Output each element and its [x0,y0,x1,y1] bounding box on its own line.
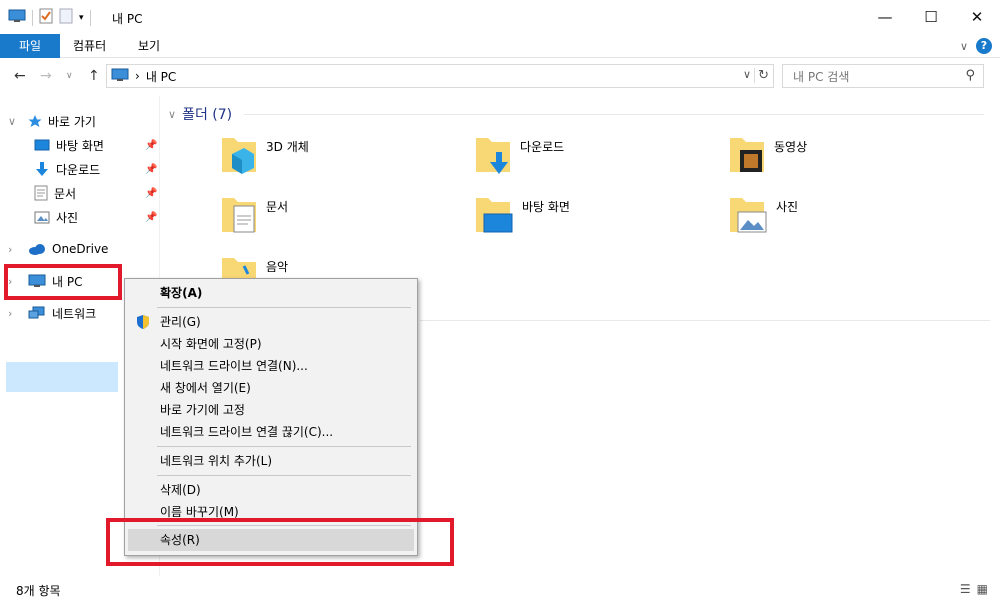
nav-item-desktop[interactable]: 바탕 화면 [34,134,104,156]
nav-item-documents[interactable]: 문서 [34,182,76,204]
nav-label: 바탕 화면 [56,138,104,153]
chevron-right-icon[interactable]: › [8,243,12,256]
pin-icon[interactable]: 📌 [145,212,157,223]
pin-icon[interactable]: 📌 [145,164,157,175]
nav-label: 네트워크 [52,306,97,321]
folder-downloads[interactable]: 다운로드 [474,132,564,179]
group-title: 폴더 (7) [182,107,233,123]
close-button[interactable]: ✕ [954,0,1000,34]
title-bar: ▾ 내 PC — ☐ ✕ [0,0,1000,34]
folder-label: 사진 [776,200,799,214]
star-icon [28,114,42,128]
recent-locations-button[interactable]: ∨ [66,71,73,81]
folder-picture-icon [728,192,768,239]
chevron-down-icon[interactable]: ∨ [8,115,16,128]
pin-icon[interactable]: 📌 [145,188,157,199]
menu-item-add-network-location[interactable]: 네트워크 위치 추가(L) [128,450,414,472]
customize-toolbar-icon[interactable]: ▾ [79,13,84,23]
download-arrow-icon [34,161,50,177]
folder-video-icon [728,132,766,179]
menu-item-map-network-drive[interactable]: 네트워크 드라이브 연결(N)... [128,355,414,377]
breadcrumb-separator[interactable]: › [135,69,140,83]
status-bar: 8개 항목 ☰ ▦ [0,576,1000,603]
nav-item-onedrive[interactable]: › OneDrive [8,238,109,260]
computer-icon [111,68,129,85]
folder-label: 문서 [266,200,289,214]
ribbon-tabs: 파일 컴퓨터 보기 ∨ ? [0,34,1000,58]
cloud-icon [28,243,46,255]
menu-item-disconnect-network-drive[interactable]: 네트워크 드라이브 연결 끊기(C)... [128,421,414,443]
search-input[interactable]: 내 PC 검색 ⚲ [782,64,984,88]
search-placeholder: 내 PC 검색 [793,69,850,84]
folder-desktop-icon [474,192,514,239]
address-bar[interactable]: › 내 PC ∨ ↻ [106,64,774,88]
up-button[interactable]: ↑ [88,68,100,84]
nav-label: 사진 [56,210,79,225]
picture-icon [34,211,50,224]
nav-item-downloads[interactable]: 다운로드 [34,158,100,180]
pin-icon[interactable]: 📌 [145,140,157,151]
quick-access-toolbar: ▾ [8,8,91,27]
folder-pictures[interactable]: 사진 [728,192,798,239]
nav-item-pictures[interactable]: 사진 [34,206,78,228]
maximize-button[interactable]: ☐ [908,0,954,34]
properties-icon[interactable] [39,8,53,27]
network-icon [28,306,46,320]
help-icon[interactable]: ? [976,38,992,54]
computer-icon [8,9,26,26]
tab-file[interactable]: 파일 [0,34,60,58]
highlight-properties [106,518,454,566]
nav-quick-access[interactable]: ∨ 바로 가기 [8,110,96,132]
nav-label: 문서 [54,186,77,201]
document-icon [34,185,48,201]
item-count: 8개 항목 [16,584,61,598]
group-header-folders[interactable]: ∨ 폴더 (7) [168,104,232,124]
folder-documents[interactable]: 문서 [220,192,288,239]
ribbon-expand-icon[interactable]: ∨ [960,40,968,53]
details-view-icon[interactable]: ☰ [960,582,971,596]
window-title: 내 PC [112,12,143,26]
tab-computer[interactable]: 컴퓨터 [58,34,121,58]
nav-label: OneDrive [52,242,109,256]
menu-item-manage[interactable]: 관리(G) [128,311,414,333]
folder-desktop[interactable]: 바탕 화면 [474,192,570,239]
chevron-down-icon[interactable]: ∨ [168,108,176,121]
folder-label: 동영상 [774,140,808,154]
search-icon[interactable]: ⚲ [965,68,975,83]
nav-label: 바로 가기 [48,114,96,129]
folder-label: 바탕 화면 [522,200,570,214]
folder-videos[interactable]: 동영상 [728,132,807,179]
context-menu: 확장(A) 관리(G) 시작 화면에 고정(P) 네트워크 드라이브 연결(N)… [124,278,418,556]
folder-label: 3D 개체 [266,140,309,154]
menu-item-pin-to-start[interactable]: 시작 화면에 고정(P) [128,333,414,355]
nav-selection-highlight [6,362,118,392]
minimize-button[interactable]: — [862,0,908,34]
menu-item-pin-quick-access[interactable]: 바로 가기에 고정 [128,399,414,421]
breadcrumb-this-pc[interactable]: 내 PC [146,68,176,85]
folder-3d-icon [220,132,258,179]
menu-item-expand[interactable]: 확장(A) [128,282,414,304]
folder-document-icon [220,192,258,239]
back-button[interactable]: ← [14,68,26,84]
nav-item-network[interactable]: › 네트워크 [8,302,97,324]
address-row: ← → ∨ ↑ › 내 PC ∨ ↻ 내 PC 검색 ⚲ [0,58,1000,94]
new-folder-icon[interactable] [59,8,73,27]
large-icons-view-icon[interactable]: ▦ [977,582,988,596]
nav-label: 다운로드 [56,162,101,177]
folder-3d-objects[interactable]: 3D 개체 [220,132,309,179]
folder-download-icon [474,132,512,179]
forward-button[interactable]: → [40,68,52,84]
refresh-button[interactable]: ↻ [754,68,769,83]
desktop-icon [34,139,50,152]
highlight-this-pc [4,264,122,300]
chevron-right-icon[interactable]: › [8,307,12,320]
menu-item-delete[interactable]: 삭제(D) [128,479,414,501]
menu-item-open-new-window[interactable]: 새 창에서 열기(E) [128,377,414,399]
tab-view[interactable]: 보기 [123,34,175,58]
address-dropdown-icon[interactable]: ∨ [743,68,751,81]
folder-label: 음악 [266,260,289,274]
folder-label: 다운로드 [520,140,565,154]
